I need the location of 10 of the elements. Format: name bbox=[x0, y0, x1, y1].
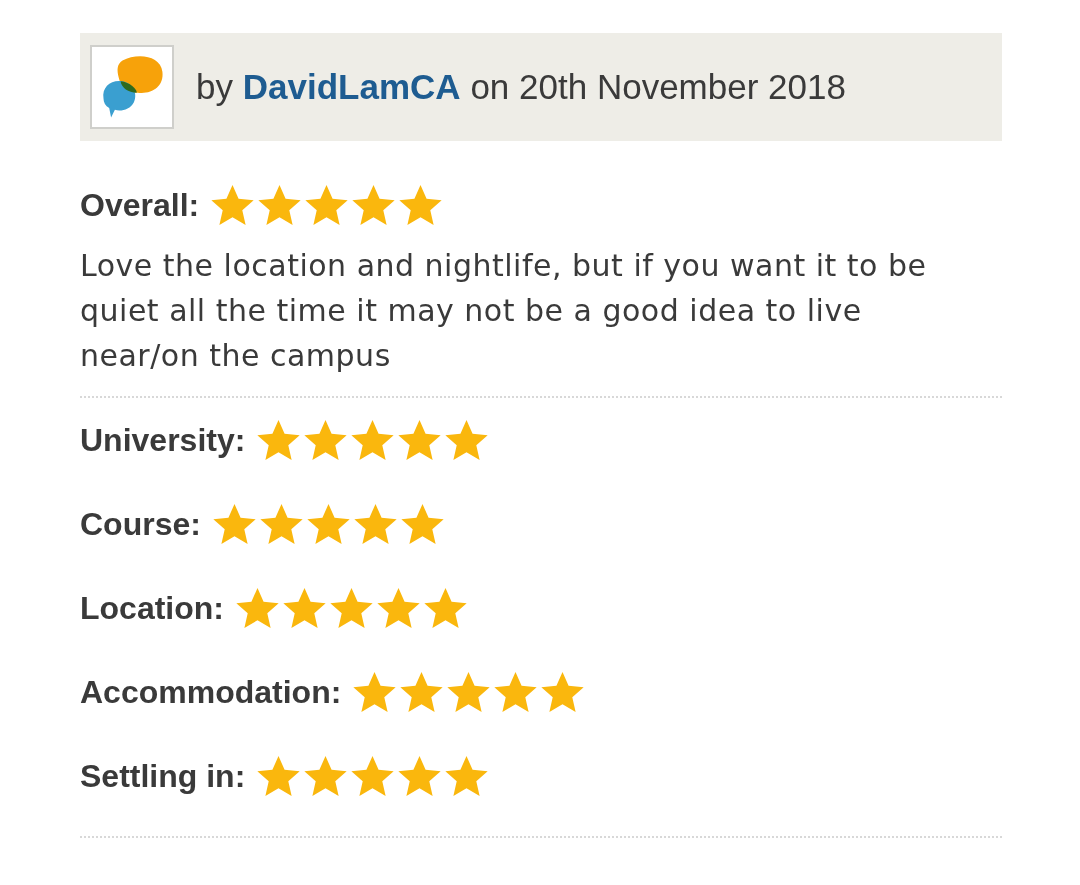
rating-label: Accommodation: bbox=[80, 673, 342, 711]
rating-label: University: bbox=[80, 421, 246, 459]
author-link[interactable]: DavidLamCA bbox=[242, 67, 461, 106]
rating-label: Course: bbox=[80, 505, 201, 543]
rating-label: Settling in: bbox=[80, 757, 246, 795]
byline: by DavidLamCA on 20th November 2018 bbox=[196, 67, 846, 107]
logo-icon bbox=[90, 45, 174, 129]
review-text: Love the location and nightlife, but if you want it to be quiet all the time it may not be a good idea to live near/on the campus bbox=[80, 247, 928, 375]
rating-label: Location: bbox=[80, 589, 224, 627]
rating-label: Overall: bbox=[80, 186, 200, 224]
